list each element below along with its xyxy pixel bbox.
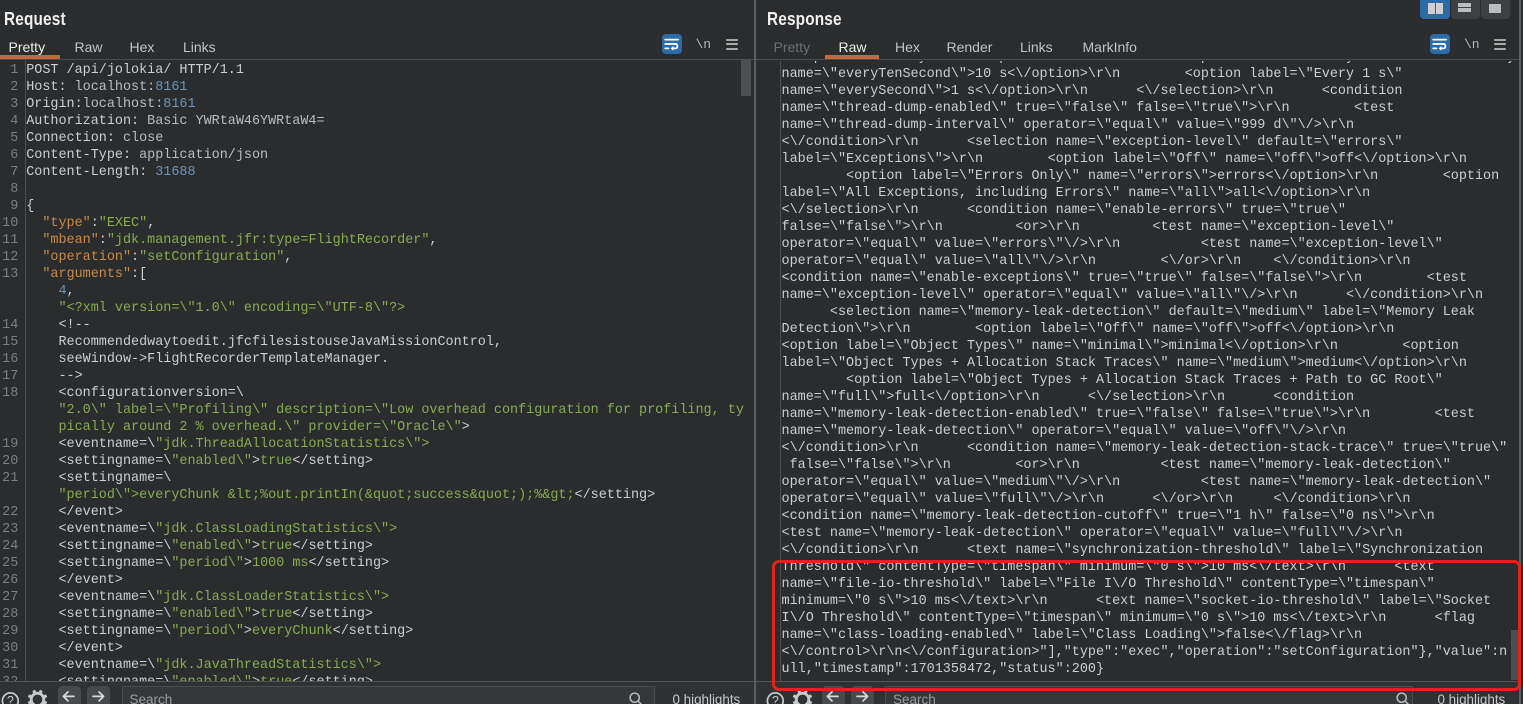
svg-text:?: ? [771,694,778,704]
svg-text:?: ? [7,694,14,704]
